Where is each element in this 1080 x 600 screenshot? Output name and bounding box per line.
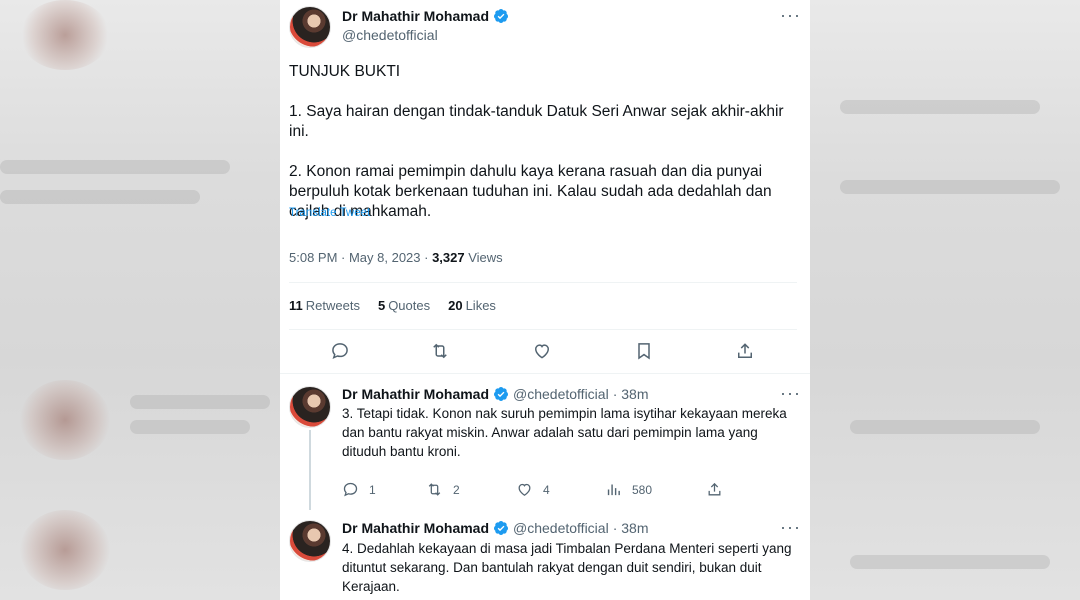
reply-author-row[interactable]: Dr Mahathir Mohamad @chedetofficial · 38… <box>342 386 649 402</box>
reply-count: 1 <box>369 482 376 497</box>
more-dots-icon[interactable]: ··· <box>780 384 801 402</box>
reply-author-name[interactable]: Dr Mahathir Mohamad <box>342 520 489 536</box>
tweet-meta: 5:08 PM · May 8, 2023 · 3,327 Views <box>289 250 503 265</box>
blurred-background-right <box>810 0 1080 600</box>
reply-time[interactable]: · 38m <box>613 520 649 536</box>
share-icon <box>708 482 721 496</box>
reply-author-avatar[interactable] <box>289 386 331 428</box>
blurred-background-left <box>0 0 280 600</box>
retweet-icon <box>428 483 441 496</box>
more-dots-icon[interactable]: ··· <box>780 6 801 24</box>
engagement-stats: 11 Retweets 5 Quotes 20 Likes <box>289 298 496 313</box>
blurred-text <box>130 395 270 409</box>
tweet-text: TUNJUK BUKTI 1. Saya hairan dengan tinda… <box>289 63 784 220</box>
bookmark-icon[interactable] <box>633 340 655 362</box>
reply-author-name[interactable]: Dr Mahathir Mohamad <box>342 386 489 402</box>
blurred-text <box>0 160 230 174</box>
reply-text: 3. Tetapi tidak. Konon nak suruh pemimpi… <box>342 406 791 459</box>
blurred-avatar <box>20 0 110 70</box>
blurred-text <box>840 180 1060 194</box>
tweet-timestamp[interactable]: 5:08 PM · May 8, 2023 · <box>289 250 432 265</box>
blurred-text <box>130 420 250 434</box>
like-action[interactable]: 4 <box>516 481 550 498</box>
tweet-card: Dr Mahathir Mohamad @chedetofficial ··· … <box>280 0 810 600</box>
reply-author-handle[interactable]: @chedetofficial <box>513 386 609 402</box>
reply-author-avatar[interactable] <box>289 520 331 562</box>
retweet-count: 2 <box>453 482 460 497</box>
author-avatar[interactable] <box>289 6 331 48</box>
blurred-text <box>850 555 1050 569</box>
views-label: Views <box>464 250 503 265</box>
reply-author-handle[interactable]: @chedetofficial <box>513 520 609 536</box>
retweet-icon[interactable] <box>429 340 451 362</box>
views-action[interactable]: 580 <box>605 481 652 498</box>
views-count: 3,327 <box>432 250 465 265</box>
heart-icon <box>518 483 531 496</box>
verified-badge-icon <box>494 9 509 23</box>
verified-badge-icon <box>494 387 509 401</box>
quotes-stat[interactable]: 5 Quotes <box>378 298 430 313</box>
blurred-text <box>850 420 1040 434</box>
author-name-row[interactable]: Dr Mahathir Mohamad <box>342 8 509 24</box>
view-count: 580 <box>632 482 653 497</box>
reply-time[interactable]: · 38m <box>613 386 649 402</box>
like-count: 4 <box>543 482 550 497</box>
share-action[interactable] <box>706 481 723 498</box>
likes-stat[interactable]: 20 Likes <box>448 298 496 313</box>
divider <box>289 329 797 330</box>
blurred-text <box>0 190 200 204</box>
author-name[interactable]: Dr Mahathir Mohamad <box>342 8 489 24</box>
retweets-stat[interactable]: 11 Retweets <box>289 298 360 313</box>
reply-author-row[interactable]: Dr Mahathir Mohamad @chedetofficial · 38… <box>342 520 649 536</box>
heart-icon[interactable] <box>531 340 553 362</box>
verified-badge-icon <box>494 521 509 535</box>
blurred-avatar <box>20 380 110 460</box>
author-handle[interactable]: @chedetofficial <box>342 27 438 43</box>
divider <box>280 373 810 374</box>
translate-tweet-link[interactable]: Translate Tweet <box>289 207 370 219</box>
reply-icon[interactable] <box>329 340 351 362</box>
more-dots-icon[interactable]: ··· <box>780 518 801 536</box>
reply-action[interactable]: 1 <box>342 481 376 498</box>
views-chart-icon <box>607 484 620 496</box>
reply-text: 4. Dedahlah kekayaan di masa jadi Timbal… <box>342 541 796 594</box>
blurred-avatar <box>20 510 110 590</box>
blurred-text <box>840 100 1040 114</box>
retweet-action[interactable]: 2 <box>426 481 460 498</box>
divider <box>289 282 797 283</box>
share-icon[interactable] <box>734 340 756 362</box>
reply-icon <box>343 482 358 497</box>
thread-line <box>309 430 311 510</box>
